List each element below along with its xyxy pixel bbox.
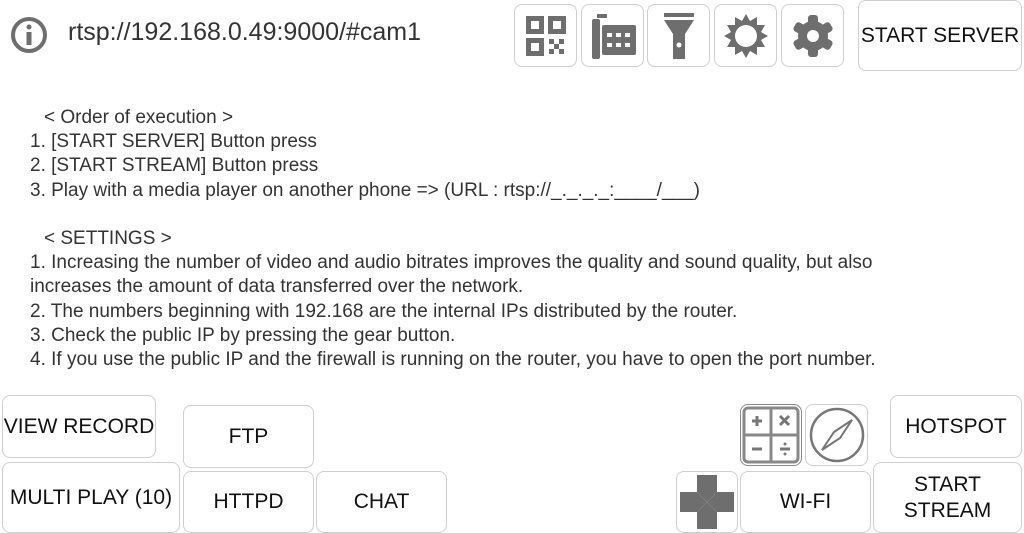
ftp-button[interactable]: FTP [183,405,314,468]
settings-button[interactable] [781,4,844,67]
flashlight-icon [663,12,694,59]
settings-line: 4. If you use the public IP and the fire… [30,349,876,371]
gamepad-button[interactable] [676,471,738,533]
multi-play-button[interactable]: MULTI PLAY (10) [2,462,180,533]
start-server-button[interactable]: START SERVER [858,0,1022,71]
settings-gear-icon [792,14,833,57]
httpd-button[interactable]: HTTPD [183,471,314,533]
info-icon[interactable] [10,16,48,54]
compass-button[interactable] [805,404,868,466]
qr-code-button[interactable] [514,4,577,67]
keyboard-icon [591,13,636,59]
order-step: 3. Play with a media player on another p… [30,179,700,201]
stream-url: rtsp://192.168.0.49:9000/#cam1 [68,18,422,46]
order-title: < Order of execution > [44,107,234,128]
chat-button[interactable]: CHAT [316,471,447,533]
hotspot-button[interactable]: HOTSPOT [890,395,1022,458]
settings-line: 1. Increasing the number of video and au… [30,252,873,274]
settings-line: 3. Check the public IP by pressing the g… [30,324,456,346]
view-record-button[interactable]: VIEW RECORD [2,395,156,458]
calculator-button[interactable] [740,404,802,466]
compass-icon [809,407,864,463]
flashlight-button[interactable] [647,4,710,67]
brightness-icon [723,13,768,58]
qr-code-icon [525,15,566,56]
dpad-icon [680,475,734,529]
keyboard-button[interactable] [581,4,644,67]
settings-line: increases the amount of data transferred… [30,276,524,298]
wifi-button[interactable]: WI-FI [740,471,871,533]
start-stream-button[interactable]: START STREAM [873,462,1022,533]
calculator-icon [742,406,800,464]
order-step: 1. [START SERVER] Button press [30,131,317,153]
instructions-text: < Order of execution > 1. [START SERVER]… [30,106,1020,384]
brightness-button[interactable] [714,4,777,67]
settings-line: 2. The numbers beginning with 192.168 ar… [30,300,738,322]
settings-title: < SETTINGS > [44,228,172,250]
order-step: 2. [START STREAM] Button press [30,155,319,177]
